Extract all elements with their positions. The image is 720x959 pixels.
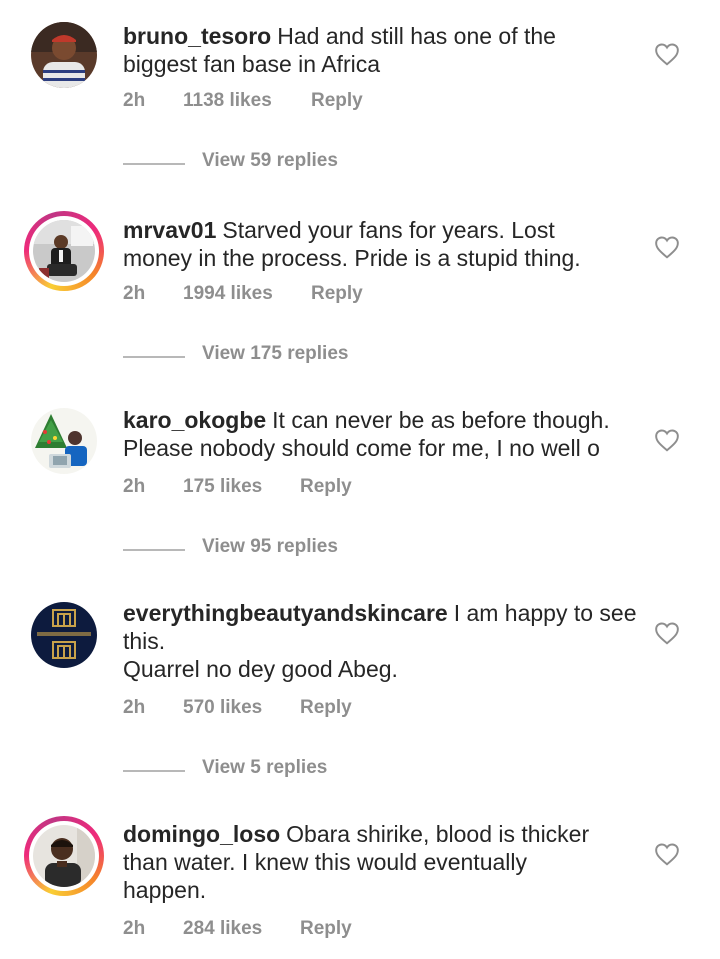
avatar-image <box>33 220 95 282</box>
avatar-image <box>31 22 97 88</box>
reply-button[interactable]: Reply <box>311 90 363 112</box>
comment-username[interactable]: everythingbeautyandskincare <box>123 600 448 626</box>
comment-text: domingo_loso Obara shirike, blood is thic… <box>123 820 643 904</box>
heart-outline-icon[interactable] <box>654 621 680 645</box>
heart-outline-icon[interactable] <box>654 42 680 66</box>
comment-likes[interactable]: 570 likes <box>183 697 262 719</box>
comment-text: mrvav01 Starved your fans for years. Lost… <box>123 216 643 272</box>
comment-username[interactable]: mrvav01 <box>123 217 216 243</box>
comment-username[interactable]: karo_okogbe <box>123 407 266 433</box>
comments-page: bruno_tesoro Had and still has one of the… <box>0 0 720 959</box>
replies-divider <box>123 549 185 551</box>
avatar-image <box>31 602 97 668</box>
comment-time: 2h <box>123 90 146 111</box>
comment-time: 2h <box>123 283 146 304</box>
view-replies-label: View 95 replies <box>202 536 338 557</box>
reply-button[interactable]: Reply <box>300 918 352 940</box>
heart-outline-icon[interactable] <box>654 842 680 866</box>
reply-button[interactable]: Reply <box>300 697 352 719</box>
comment-text: bruno_tesoro Had and still has one of the… <box>123 22 643 78</box>
comment-likes[interactable]: 1994 likes <box>183 283 273 305</box>
comment-time: 2h <box>123 918 146 939</box>
avatar-image <box>31 408 97 474</box>
view-replies-label: View 59 replies <box>202 150 338 171</box>
comment-username[interactable]: bruno_tesoro <box>123 23 271 49</box>
replies-divider <box>123 770 185 772</box>
comment-username[interactable]: domingo_loso <box>123 821 280 847</box>
avatar[interactable] <box>31 408 97 474</box>
reply-button[interactable]: Reply <box>300 476 352 498</box>
avatar[interactable] <box>24 816 104 896</box>
comment-text: everythingbeautyandskincare I am happy to… <box>123 599 643 683</box>
comment-text: karo_okogbe It can never be as before tho… <box>123 406 643 462</box>
comment-time: 2h <box>123 697 146 718</box>
avatar-image <box>33 825 95 887</box>
heart-outline-icon[interactable] <box>654 235 680 259</box>
replies-divider <box>123 356 185 358</box>
reply-button[interactable]: Reply <box>311 283 363 305</box>
view-replies-label: View 175 replies <box>202 343 349 364</box>
replies-divider <box>123 163 185 165</box>
comment-time: 2h <box>123 476 146 497</box>
comment-likes[interactable]: 1138 likes <box>183 90 272 112</box>
avatar[interactable] <box>31 602 97 668</box>
view-replies-label: View 5 replies <box>202 757 328 778</box>
avatar[interactable] <box>31 22 97 88</box>
avatar[interactable] <box>24 211 104 291</box>
comment-likes[interactable]: 175 likes <box>183 476 262 498</box>
comment-likes[interactable]: 284 likes <box>183 918 262 940</box>
heart-outline-icon[interactable] <box>654 428 680 452</box>
